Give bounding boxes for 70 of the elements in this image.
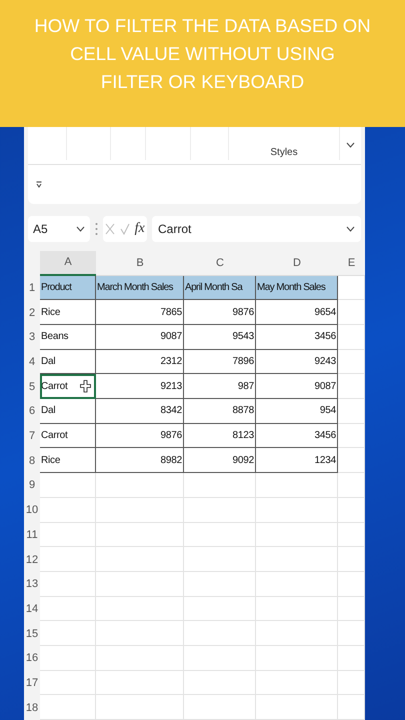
ribbon-group-label: Styles (270, 146, 298, 158)
table-cell[interactable]: 1234 (256, 448, 338, 474)
banner-title: FILTER OR KEYBOARD (100, 70, 304, 94)
check-icon[interactable] (120, 223, 130, 236)
row-header[interactable]: 5 (24, 374, 40, 400)
row-header[interactable]: 1 (24, 276, 40, 300)
header-cell[interactable]: Product (40, 276, 96, 300)
row-header[interactable]: 3 (24, 325, 40, 350)
table-cell[interactable]: 9654 (256, 300, 338, 325)
row-header[interactable]: 10 (24, 498, 40, 522)
header-cell[interactable]: May Month Sales (256, 276, 338, 300)
row-header[interactable]: 16 (24, 646, 40, 671)
table-cell[interactable]: 3456 (256, 325, 338, 350)
table-cell[interactable]: Carrot (40, 374, 96, 400)
insert-function-button[interactable]: fx (134, 221, 145, 238)
table-cell[interactable]: 9243 (256, 350, 338, 374)
table-cell[interactable]: 9213 (96, 374, 184, 400)
row-header[interactable]: 12 (24, 547, 40, 572)
table-cell[interactable]: 8123 (184, 424, 256, 448)
row-header[interactable]: 2 (24, 300, 40, 325)
row-header[interactable]: 7 (24, 424, 40, 448)
row-header[interactable]: 9 (24, 473, 40, 498)
expand-ribbon-icon[interactable] (346, 142, 355, 148)
table-cell[interactable]: 9543 (184, 325, 256, 350)
table-cell[interactable]: 9087 (96, 325, 184, 350)
row-header[interactable]: 13 (24, 572, 40, 597)
customize-toolbar-icon[interactable] (36, 180, 42, 188)
row-header[interactable]: 11 (24, 522, 40, 548)
row-header[interactable]: 14 (24, 596, 40, 622)
table-cell[interactable]: 7896 (184, 350, 256, 374)
table-cell[interactable]: Rice (40, 448, 96, 474)
column-header[interactable]: D (256, 250, 338, 276)
cancel-icon[interactable] (105, 223, 116, 236)
table-cell[interactable]: Carrot (40, 424, 96, 448)
table-cell[interactable]: 9087 (256, 374, 338, 400)
chevron-down-icon[interactable] (76, 226, 85, 232)
name-box[interactable]: A5 (28, 216, 90, 242)
table-cell[interactable]: 987 (184, 374, 256, 400)
column-header[interactable]: E (338, 250, 365, 276)
row-header[interactable]: 4 (24, 350, 40, 374)
table-cell[interactable]: Dal (40, 399, 96, 424)
row-header[interactable]: 17 (24, 670, 40, 696)
table-cell[interactable]: 9092 (184, 448, 256, 474)
table-cell[interactable]: 9876 (184, 300, 256, 325)
table-cell[interactable]: Dal (40, 350, 96, 374)
table-cell[interactable]: Beans (40, 325, 96, 350)
table-cell[interactable]: 8982 (96, 448, 184, 474)
grip-icon (95, 222, 98, 236)
table-cell[interactable]: 9876 (96, 424, 184, 448)
header-cell[interactable]: March Month Sales (96, 276, 184, 300)
table-cell[interactable]: 7865 (96, 300, 184, 325)
formula-field[interactable]: Carrot (152, 216, 361, 242)
column-header[interactable]: B (96, 250, 184, 276)
table-cell[interactable]: Rice (40, 300, 96, 325)
banner-title: HOW TO FILTER THE DATA BASED ON (34, 14, 371, 38)
chevron-down-icon[interactable] (346, 226, 355, 232)
table-cell[interactable]: 8342 (96, 399, 184, 424)
row-header[interactable]: 8 (24, 448, 40, 474)
table-cell[interactable]: 8878 (184, 399, 256, 424)
header-cell[interactable]: April Month Sa (184, 276, 256, 300)
table-cell[interactable]: 2312 (96, 350, 184, 374)
table-cell[interactable]: 3456 (256, 424, 338, 448)
row-header[interactable]: 6 (24, 399, 40, 424)
cursor-icon (80, 380, 91, 394)
row-header[interactable]: 18 (24, 695, 40, 720)
banner-title: CELL VALUE WITHOUT USING (70, 42, 335, 66)
column-header[interactable]: C (184, 250, 256, 276)
column-header[interactable]: A (40, 250, 96, 276)
row-header[interactable]: 15 (24, 621, 40, 646)
table-cell[interactable]: 954 (256, 399, 338, 424)
